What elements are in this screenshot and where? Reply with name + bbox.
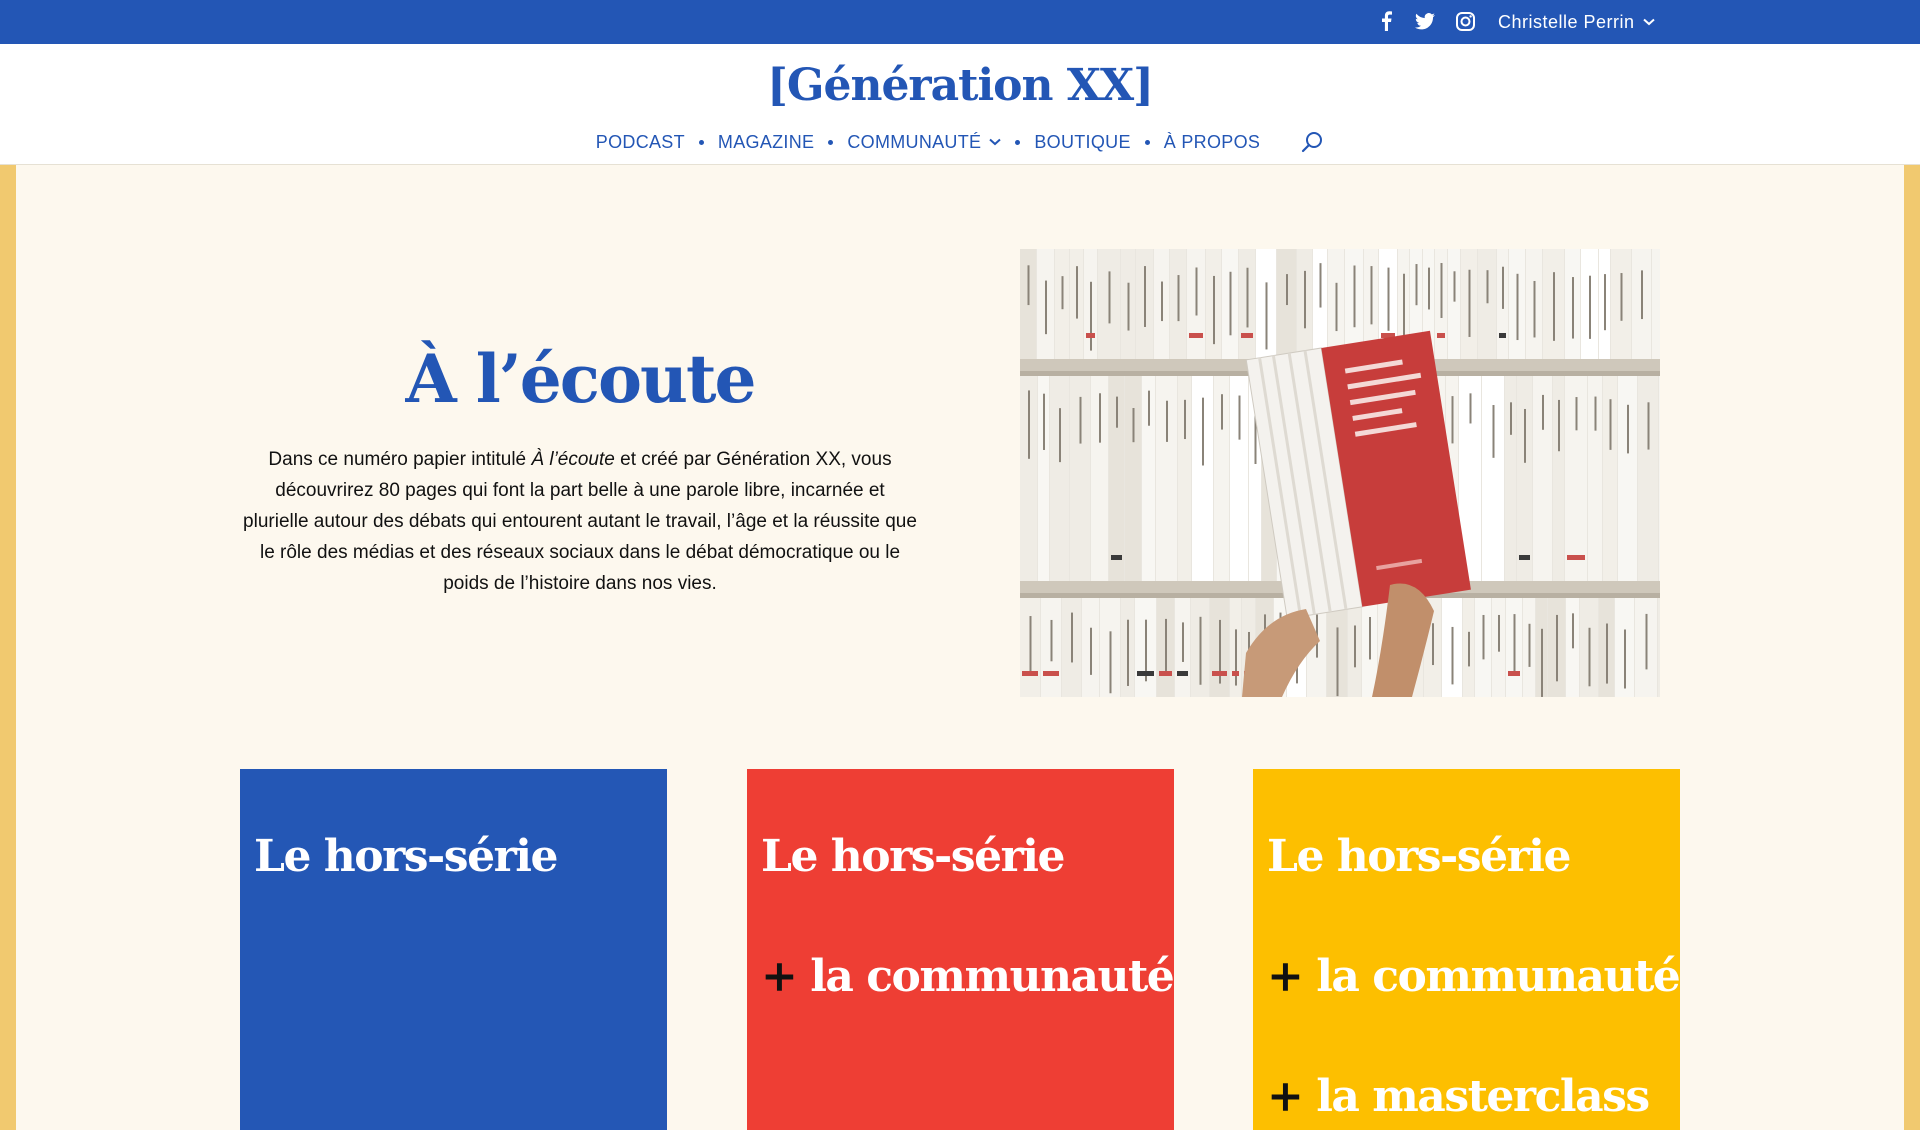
chevron-down-icon <box>1642 18 1655 26</box>
plus-sign: + <box>761 951 798 1002</box>
card-line: Le hors-série <box>761 831 1065 882</box>
site-header: [Génération XX] PODCAST MAGAZINE COMMUNA… <box>0 44 1920 165</box>
left-accent-bar <box>0 165 16 1130</box>
bookshelf-illustration <box>1020 249 1660 697</box>
card-line: Le hors-série <box>254 831 558 882</box>
card-line: + la communauté <box>1267 951 1680 1002</box>
offer-card-hors-serie-communaute-masterclass[interactable]: Le hors-série + la communauté + la masterc… <box>1253 769 1680 1130</box>
nav-separator <box>1144 139 1150 145</box>
hero-image <box>1020 249 1660 697</box>
card-line: Le hors-série <box>1267 831 1571 882</box>
hero-description: Dans ce numéro papier intitulé À l’écout… <box>243 449 917 594</box>
card-line-text: Le hors-série <box>1267 831 1571 882</box>
nav-item-communaute[interactable]: COMMUNAUTÉ <box>847 132 1002 153</box>
card-line: + la masterclass <box>1267 1071 1650 1122</box>
twitter-icon[interactable] <box>1413 9 1437 33</box>
offer-card-hors-serie-communaute[interactable]: Le hors-série + la communauté <box>747 769 1174 1130</box>
main-nav: PODCAST MAGAZINE COMMUNAUTÉ BOUTIQUE À P… <box>0 130 1920 154</box>
nav-item-podcast[interactable]: PODCAST <box>596 132 685 153</box>
instagram-icon[interactable] <box>1453 9 1477 33</box>
card-line: + la communauté <box>761 951 1174 1002</box>
site-logo[interactable]: [Génération XX] <box>0 60 1920 111</box>
nav-item-a-propos[interactable]: À PROPOS <box>1164 132 1260 153</box>
card-line-text: la communauté <box>1316 951 1680 1002</box>
top-bar: Christelle Perrin <box>0 0 1920 44</box>
plus-sign: + <box>1267 951 1304 1002</box>
nav-separator <box>828 139 834 145</box>
hero-title: À l’écoute <box>405 340 757 418</box>
user-name: Christelle Perrin <box>1498 11 1635 32</box>
facebook-icon[interactable] <box>1374 9 1398 33</box>
nav-item-magazine[interactable]: MAGAZINE <box>718 132 814 153</box>
plus-sign: + <box>1267 1071 1304 1122</box>
right-accent-bar <box>1904 165 1920 1130</box>
nav-item-boutique[interactable]: BOUTIQUE <box>1034 132 1130 153</box>
card-line-text: Le hors-série <box>761 831 1065 882</box>
nav-separator <box>698 139 704 145</box>
chevron-down-icon <box>989 138 1002 146</box>
user-menu[interactable]: Christelle Perrin <box>1498 0 1655 44</box>
nav-separator <box>1015 139 1021 145</box>
card-line-text: la communauté <box>810 951 1174 1002</box>
card-line-text: la masterclass <box>1316 1071 1650 1122</box>
card-line-text: Le hors-série <box>254 831 558 882</box>
search-icon[interactable] <box>1300 130 1324 154</box>
offer-card-hors-serie[interactable]: Le hors-série <box>240 769 667 1130</box>
